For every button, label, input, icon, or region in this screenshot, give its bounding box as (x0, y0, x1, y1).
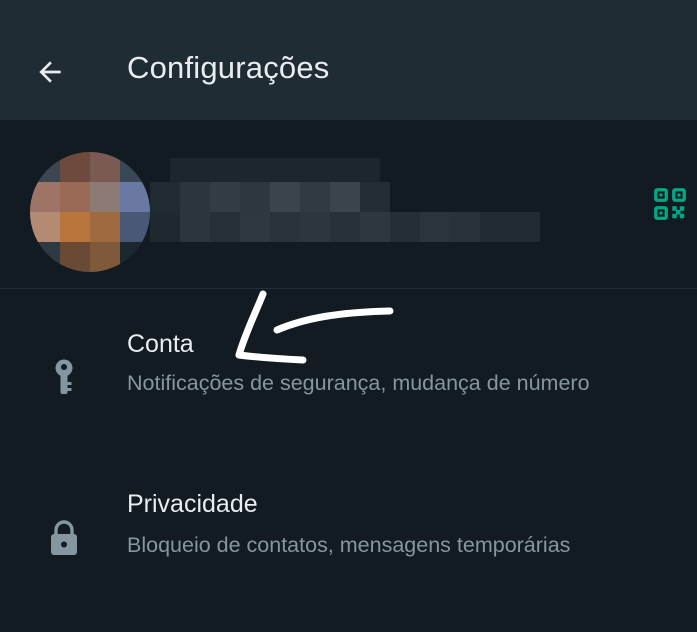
settings-screen: Configurações Conta Notificações de segu… (0, 0, 697, 632)
settings-item-subtitle: Bloqueio de contatos, mensagens temporár… (127, 533, 571, 557)
key-icon (42, 356, 86, 400)
settings-item-title: Conta (127, 330, 194, 358)
lock-icon (42, 516, 86, 560)
arrow-back-icon (39, 61, 61, 83)
settings-item-conta[interactable]: Conta Notificações de segurança, mudança… (0, 300, 697, 450)
avatar[interactable] (30, 152, 150, 272)
app-bar: Configurações (0, 0, 697, 120)
profile-row[interactable] (0, 120, 697, 288)
divider (0, 288, 697, 289)
profile-name-redacted (150, 158, 570, 258)
settings-item-subtitle: Notificações de segurança, mudança de nú… (127, 371, 590, 395)
qr-code-icon (654, 188, 686, 220)
back-button[interactable] (22, 46, 78, 98)
settings-item-title: Privacidade (127, 490, 258, 518)
qr-code-button[interactable] (648, 182, 692, 226)
page-title: Configurações (127, 50, 330, 85)
settings-item-privacidade[interactable]: Privacidade Bloqueio de contatos, mensag… (0, 460, 697, 610)
